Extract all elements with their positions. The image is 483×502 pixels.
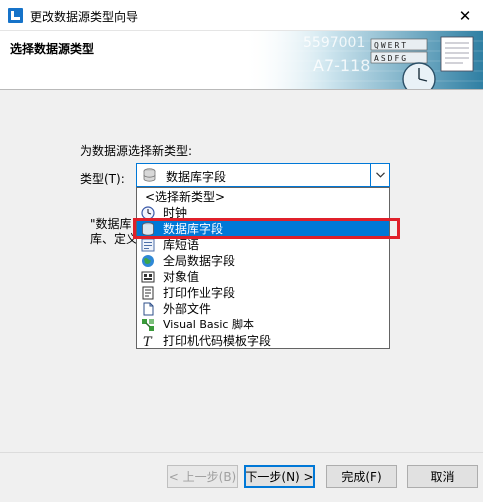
window-title: 更改数据源类型向导 bbox=[30, 10, 139, 24]
dropdown-option-printer-code-template[interactable]: T 打印机代码模板字段 bbox=[137, 333, 389, 348]
phrase-icon bbox=[141, 238, 155, 252]
dropdown-option-global-data-field[interactable]: 全局数据字段 bbox=[137, 253, 389, 269]
title-bar: 更改数据源类型向导 ✕ bbox=[0, 0, 483, 31]
finish-button[interactable]: 完成(F) bbox=[326, 465, 397, 488]
svg-text:5597001: 5597001 bbox=[303, 35, 365, 51]
selection-highlight-annotation bbox=[133, 218, 400, 239]
combobox-dropdown-button[interactable] bbox=[370, 164, 389, 186]
dropdown-option-vb-script[interactable]: Visual Basic 脚本 bbox=[137, 317, 389, 333]
back-button[interactable]: < 上一步(B) bbox=[167, 465, 238, 488]
dropdown-option-external-file[interactable]: 外部文件 bbox=[137, 301, 389, 317]
svg-text:ASDFG: ASDFG bbox=[374, 54, 408, 63]
dropdown-option-print-job-field[interactable]: 打印作业字段 bbox=[137, 285, 389, 301]
object-icon bbox=[141, 271, 155, 283]
type-prompt-label: 为数据源选择新类型: bbox=[80, 144, 193, 158]
svg-text:A7-118: A7-118 bbox=[313, 56, 370, 75]
dropdown-option-object-value[interactable]: 对象值 bbox=[137, 269, 389, 285]
page-title: 选择数据源类型 bbox=[10, 42, 95, 56]
print-job-icon bbox=[142, 286, 154, 300]
app-logo-icon bbox=[8, 8, 23, 23]
dropdown-option-phrase[interactable]: 库短语 bbox=[137, 237, 389, 253]
printer-code-icon: T bbox=[143, 335, 153, 348]
next-button[interactable]: 下一步(N) > bbox=[244, 465, 315, 488]
dropdown-option-placeholder[interactable]: <选择新类型> bbox=[137, 189, 389, 205]
file-icon bbox=[143, 302, 154, 316]
header-decoration-image: 5597001 A7-118 QWERT ASDFG bbox=[243, 31, 483, 89]
wizard-header: 5597001 A7-118 QWERT ASDFG 选择数据源类型 bbox=[0, 31, 483, 90]
database-icon bbox=[143, 168, 156, 182]
type-dropdown-list[interactable]: <选择新类型> 时钟 数据库字段 库短语 全局数据字段 对象值 打印作业字段 外… bbox=[136, 187, 390, 349]
svg-text:QWERT: QWERT bbox=[374, 41, 408, 50]
svg-text:T: T bbox=[143, 335, 153, 348]
vb-script-icon bbox=[142, 319, 154, 331]
combobox-value: 数据库字段 bbox=[166, 170, 227, 184]
type-combobox[interactable]: 数据库字段 bbox=[136, 163, 390, 187]
chevron-down-icon bbox=[375, 172, 385, 178]
footer-separator bbox=[0, 452, 483, 453]
cancel-button[interactable]: 取消 bbox=[407, 465, 478, 488]
close-button[interactable]: ✕ bbox=[447, 0, 483, 31]
description-text-line2: 库、定义 bbox=[90, 232, 139, 246]
type-label: 类型(T): bbox=[80, 172, 125, 186]
globe-icon bbox=[142, 255, 154, 267]
